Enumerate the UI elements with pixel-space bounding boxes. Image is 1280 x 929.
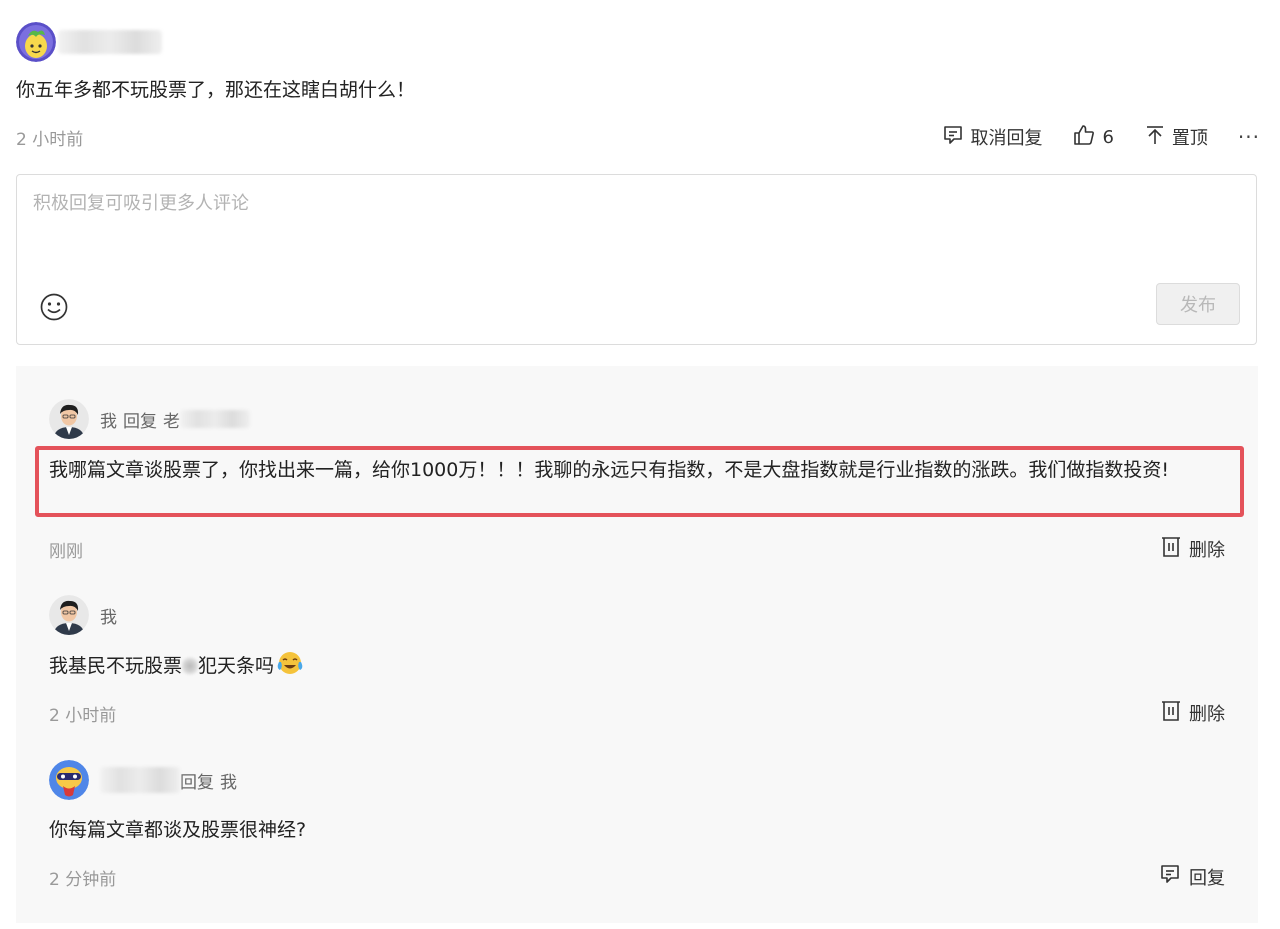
publish-button[interactable]: 发布 — [1156, 283, 1240, 325]
obscured-character — [182, 657, 199, 675]
reply-header: 回复 我 — [49, 760, 237, 800]
delete-button[interactable]: 删除 — [1161, 699, 1225, 726]
reply-target-partial[interactable]: 老 — [163, 407, 180, 432]
cancel-reply-button[interactable]: 取消回复 — [942, 124, 1042, 151]
comment-time: 2 小时前 — [16, 129, 84, 150]
reply-author[interactable]: 我 — [100, 603, 117, 628]
reply-target[interactable]: 我 — [220, 768, 237, 793]
cancel-reply-label: 取消回复 — [970, 128, 1043, 149]
reply-input[interactable] — [33, 189, 1133, 217]
reply-text: 你每篇文章都谈及股票很神经? — [49, 819, 307, 841]
reply-label: 回复 — [1189, 867, 1225, 889]
pin-label: 置顶 — [1171, 128, 1208, 149]
thumbs-up-icon — [1072, 123, 1102, 152]
my-avatar[interactable] — [49, 595, 89, 635]
reply-icon — [942, 124, 970, 151]
pin-button[interactable]: 置顶 — [1144, 124, 1208, 151]
replier-avatar[interactable] — [49, 760, 89, 800]
emoji-picker-button[interactable] — [39, 292, 69, 322]
reply-header: 我 — [49, 595, 117, 635]
reply-time: 刚刚 — [49, 542, 83, 562]
commenter-name-blurred — [58, 30, 162, 54]
replier-name-blurred — [100, 767, 180, 793]
reply-text-part: 我基民不玩股票 — [49, 655, 183, 677]
reply-text: 我基民不玩股票 犯天条吗 — [49, 650, 304, 685]
reply-button[interactable]: 回复 — [1159, 863, 1225, 890]
comment-page: 你五年多都不玩股票了，那还在这瞎白胡什么！ 2 小时前 取消回复 6 置顶 ··… — [0, 0, 1280, 929]
delete-label: 删除 — [1189, 539, 1225, 561]
reply-icon — [1159, 863, 1189, 890]
comment-header — [16, 22, 162, 62]
reply-editor: 发布 — [16, 174, 1257, 345]
comment-meta: 2 小时前 取消回复 6 置顶 ··· — [16, 122, 1260, 152]
reply-thread: 我 回复 老 我哪篇文章谈股票了，你找出来一篇，给你1000万！！！我聊的永远只… — [16, 366, 1258, 923]
delete-button[interactable]: 删除 — [1161, 535, 1225, 562]
reply-time: 2 小时前 — [49, 706, 117, 726]
smiley-face-icon — [39, 293, 69, 326]
delete-label: 删除 — [1189, 703, 1225, 725]
reply-text-part: 犯天条吗 — [198, 655, 275, 677]
reply-author[interactable]: 我 — [100, 407, 117, 432]
commenter-avatar[interactable] — [16, 22, 56, 62]
reply-word: 回复 — [180, 772, 214, 793]
pin-top-icon — [1144, 124, 1172, 151]
more-options-button[interactable]: ··· — [1238, 125, 1260, 149]
reply-text: 我哪篇文章谈股票了，你找出来一篇，给你1000万！！！我聊的永远只有指数，不是大… — [49, 459, 1169, 481]
reply-header: 我 回复 老 — [49, 399, 250, 439]
crying-laughing-emoji-icon — [276, 650, 304, 685]
trash-icon — [1161, 535, 1189, 562]
comment-text: 你五年多都不玩股票了，那还在这瞎白胡什么！ — [16, 79, 416, 101]
reply-target-name-blurred — [180, 410, 250, 428]
like-count: 6 — [1102, 126, 1114, 148]
reply-time: 2 分钟前 — [49, 870, 117, 890]
trash-icon — [1161, 699, 1189, 726]
my-avatar[interactable] — [49, 399, 89, 439]
reply-word: 回复 — [123, 411, 157, 432]
comment-actions: 取消回复 6 置顶 ··· — [942, 123, 1260, 152]
like-button[interactable]: 6 — [1072, 123, 1114, 152]
